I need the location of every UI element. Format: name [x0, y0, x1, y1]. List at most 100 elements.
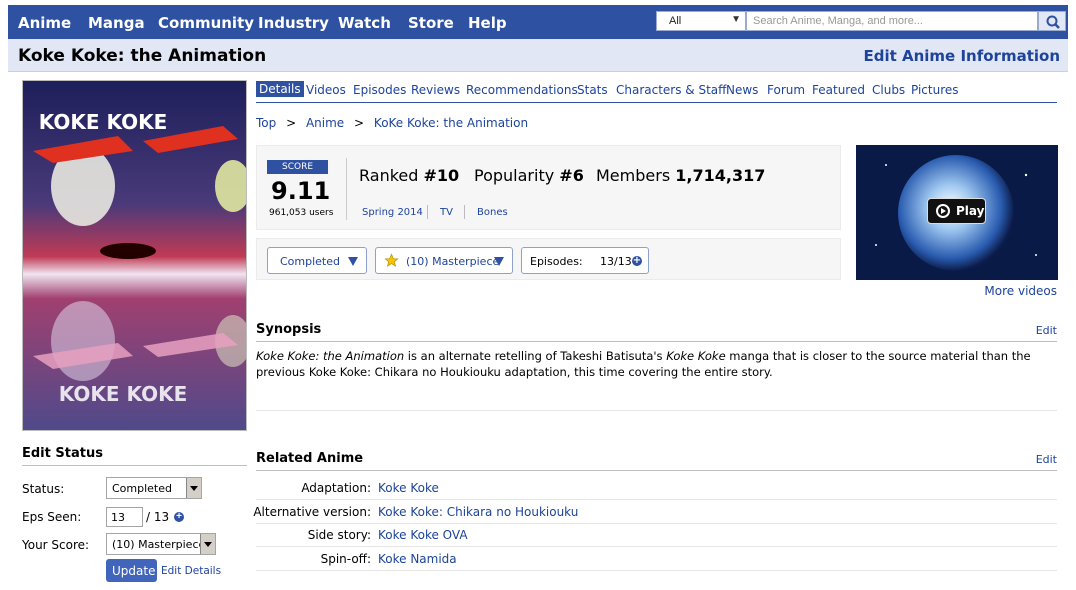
score-badge: SCORE	[267, 160, 328, 174]
episodes-value: 13/13	[600, 255, 632, 268]
edit-synopsis-link[interactable]: Edit	[1036, 324, 1057, 337]
breadcrumb-current[interactable]: KoKe Koke: the Animation	[374, 116, 528, 130]
edit-details-link[interactable]: Edit Details	[161, 565, 221, 577]
tab-stats[interactable]: Stats	[577, 83, 608, 97]
chevron-down-icon	[186, 478, 201, 498]
synopsis-title-italic: Koke Koke: the Animation	[256, 349, 405, 363]
tab-clubs[interactable]: Clubs	[872, 83, 905, 97]
popularity-label: Popularity	[474, 166, 555, 185]
ranked-stat: Ranked #10	[359, 166, 459, 185]
status-select-value: Completed	[112, 482, 172, 495]
tab-pictures[interactable]: Pictures	[911, 83, 959, 97]
score-select[interactable]: (10) Masterpiece	[106, 533, 216, 555]
score-panel: SCORE 9.11 961,053 users Ranked #10 Popu…	[256, 145, 841, 230]
type-link[interactable]: TV	[440, 207, 453, 218]
related-title-link[interactable]: Koke Namida	[378, 552, 457, 566]
play-icon	[936, 204, 950, 218]
status-dropdown-value: Completed	[280, 255, 340, 268]
more-videos-link[interactable]: More videos	[984, 284, 1057, 298]
play-button[interactable]: Play	[927, 198, 986, 224]
poster-title-top: KOKE KOKE	[39, 110, 168, 134]
increment-episode-icon[interactable]: +	[174, 512, 184, 522]
related-row: Side story: Koke Koke OVA	[256, 524, 1057, 547]
related-title-link[interactable]: Koke Koke	[378, 481, 439, 495]
meta-divider	[427, 205, 428, 219]
nav-watch[interactable]: Watch	[338, 14, 391, 32]
chevron-down-icon	[348, 257, 358, 266]
members-label: Members	[596, 166, 671, 185]
score-dropdown-value: (10) Masterpiece	[406, 255, 500, 268]
ranked-value: #10	[423, 166, 460, 185]
eps-seen-input[interactable]: 13	[106, 507, 143, 527]
status-label: Status:	[22, 482, 65, 496]
nav-manga[interactable]: Manga	[88, 14, 145, 32]
relation-type: Spin-off:	[320, 552, 371, 566]
search-category-value: All	[669, 15, 682, 27]
section-divider	[256, 410, 1057, 411]
edit-anime-information-link[interactable]: Edit Anime Information	[863, 47, 1060, 65]
score-dropdown[interactable]: (10) Masterpiece	[375, 247, 513, 274]
relation-type: Adaptation:	[301, 481, 371, 495]
episodes-progress: Episodes: 13/13 +	[521, 247, 649, 274]
members-value: 1,714,317	[675, 166, 766, 185]
tab-featured[interactable]: Featured	[812, 83, 865, 97]
related-title-link[interactable]: Koke Koke OVA	[378, 528, 468, 542]
score-value: 9.11	[271, 177, 331, 205]
related-title-link[interactable]: Koke Koke: Chikara no Houkiouku	[378, 505, 578, 519]
tab-characters-staff[interactable]: Characters & Staff	[616, 83, 726, 97]
star-icon	[384, 253, 399, 267]
status-select[interactable]: Completed	[106, 477, 202, 499]
tab-recommendations[interactable]: Recommendations	[466, 83, 578, 97]
related-row: Alternative version: Koke Koke: Chikara …	[253, 501, 1057, 524]
breadcrumb-top[interactable]: Top	[256, 116, 276, 130]
chevron-down-icon: ▼	[731, 14, 741, 25]
status-dropdown[interactable]: Completed	[267, 247, 367, 274]
breadcrumb-anime[interactable]: Anime	[306, 116, 344, 130]
nav-industry[interactable]: Industry	[258, 14, 329, 32]
related-row: Adaptation: Koke Koke	[256, 477, 1057, 500]
title-bar: Koke Koke: the Animation Edit Anime Info…	[8, 39, 1068, 72]
tab-details[interactable]: Details	[256, 81, 304, 97]
tab-episodes[interactable]: Episodes	[353, 83, 406, 97]
breadcrumb-separator: >	[354, 116, 365, 130]
nav-community[interactable]: Community	[158, 14, 254, 32]
score-users: 961,053 users	[269, 208, 334, 218]
relation-type: Alternative version:	[253, 505, 371, 519]
chevron-down-icon	[494, 257, 504, 266]
breadcrumb: Top > Anime > KoKe Koke: the Animation	[256, 116, 528, 130]
page-title: Koke Koke: the Animation	[18, 46, 267, 66]
eps-seen-label: Eps Seen:	[22, 510, 82, 524]
nav-help[interactable]: Help	[468, 14, 507, 32]
promo-video[interactable]: Play	[856, 145, 1058, 280]
increment-episode-icon[interactable]: +	[632, 256, 642, 266]
edit-status-heading: Edit Status	[22, 446, 247, 466]
related-anime-title: Related Anime	[256, 451, 364, 466]
studio-link[interactable]: Bones	[477, 207, 508, 218]
related-row: Spin-off: Koke Namida	[256, 548, 1057, 571]
popularity-stat: Popularity #6	[474, 166, 584, 185]
edit-related-link[interactable]: Edit	[1036, 453, 1057, 466]
meta-divider	[464, 205, 465, 219]
tab-reviews[interactable]: Reviews	[411, 83, 460, 97]
search-category-select[interactable]: All ▼	[656, 11, 746, 31]
nav-anime[interactable]: Anime	[18, 14, 71, 32]
tab-news[interactable]: News	[726, 83, 758, 97]
search-button[interactable]	[1038, 11, 1066, 31]
synopsis-heading: Synopsis Edit	[256, 322, 1057, 342]
eps-total: / 13	[146, 510, 170, 524]
tab-videos[interactable]: Videos	[306, 83, 346, 97]
season-link[interactable]: Spring 2014	[362, 207, 423, 218]
play-label: Play	[956, 204, 985, 218]
relation-type: Side story:	[307, 528, 371, 542]
update-button[interactable]: Update	[106, 559, 157, 582]
detail-tabs: Details Videos Episodes Reviews Recommen…	[256, 80, 1057, 103]
synopsis-text-1: is an alternate retelling of Takeshi Bat…	[404, 349, 667, 363]
popularity-value: #6	[559, 166, 584, 185]
breadcrumb-separator: >	[286, 116, 297, 130]
tab-forum[interactable]: Forum	[767, 83, 805, 97]
nav-store[interactable]: Store	[408, 14, 454, 32]
synopsis-title: Synopsis	[256, 322, 322, 337]
synopsis-manga-italic: Koke Koke	[666, 349, 726, 363]
anime-poster[interactable]: KOKE KOKE KOKE KOKE	[22, 80, 247, 431]
search-input[interactable]: Search Anime, Manga, and more...	[746, 11, 1038, 31]
